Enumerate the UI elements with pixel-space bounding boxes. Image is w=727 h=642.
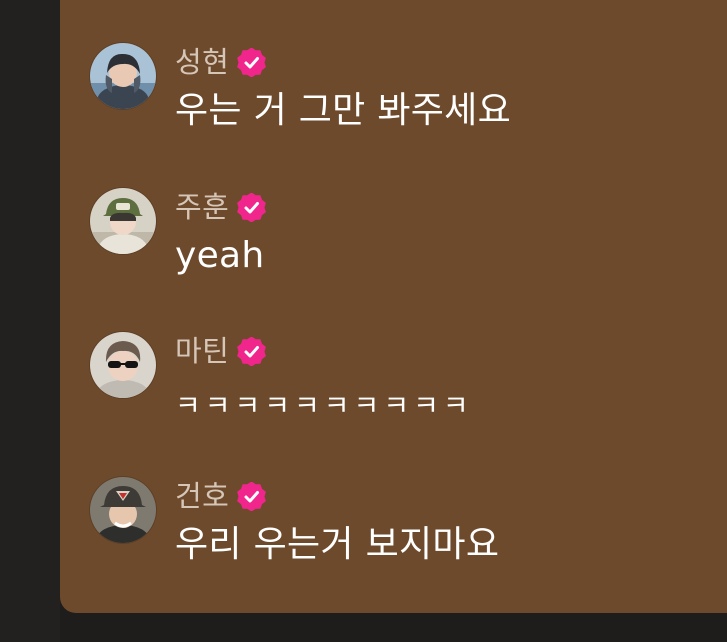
chat-message[interactable]: 마틴 ㅋㅋㅋㅋㅋㅋㅋㅋㅋㅋ	[90, 332, 710, 432]
verified-seal-shape	[237, 336, 267, 366]
verified-seal-shape	[237, 47, 267, 77]
avatar-icon[interactable]	[90, 332, 156, 398]
chat-message[interactable]: 성현 우는 거 그만 봐주세요	[90, 43, 710, 143]
verified-badge-icon	[237, 481, 267, 511]
verified-seal-shape	[237, 481, 267, 511]
message-header: 성현	[175, 45, 267, 79]
message-header: 마틴	[175, 334, 267, 368]
username[interactable]: 주훈	[175, 190, 229, 224]
left-strip	[0, 0, 60, 642]
username[interactable]: 성현	[175, 45, 229, 79]
message-header: 주훈	[175, 190, 267, 224]
username[interactable]: 마틴	[175, 334, 229, 368]
verified-badge-icon	[237, 47, 267, 77]
avatar-icon[interactable]	[90, 477, 156, 543]
chat-message[interactable]: 주훈 yeah	[90, 188, 710, 288]
avatar-icon[interactable]	[90, 188, 156, 254]
chat-message[interactable]: 건호 우리 우는거 보지마요	[90, 477, 710, 577]
message-text: 우리 우는거 보지마요	[175, 524, 500, 565]
chat-panel[interactable]: 성현 우는 거 그만 봐주세요 주훈 yeah 마틴 ㅋㅋㅋㅋㅋㅋㅋㅋㅋㅋ 건호…	[60, 0, 727, 613]
verified-badge-icon	[237, 192, 267, 222]
message-text: yeah	[175, 235, 265, 276]
chat-screen: 성현 우는 거 그만 봐주세요 주훈 yeah 마틴 ㅋㅋㅋㅋㅋㅋㅋㅋㅋㅋ 건호…	[0, 0, 727, 642]
message-header: 건호	[175, 479, 267, 513]
message-text: 우는 거 그만 봐주세요	[175, 90, 512, 131]
username[interactable]: 건호	[175, 479, 229, 513]
verified-seal-shape	[237, 192, 267, 222]
message-text: ㅋㅋㅋㅋㅋㅋㅋㅋㅋㅋ	[175, 389, 473, 422]
verified-badge-icon	[237, 336, 267, 366]
avatar-icon[interactable]	[90, 43, 156, 109]
